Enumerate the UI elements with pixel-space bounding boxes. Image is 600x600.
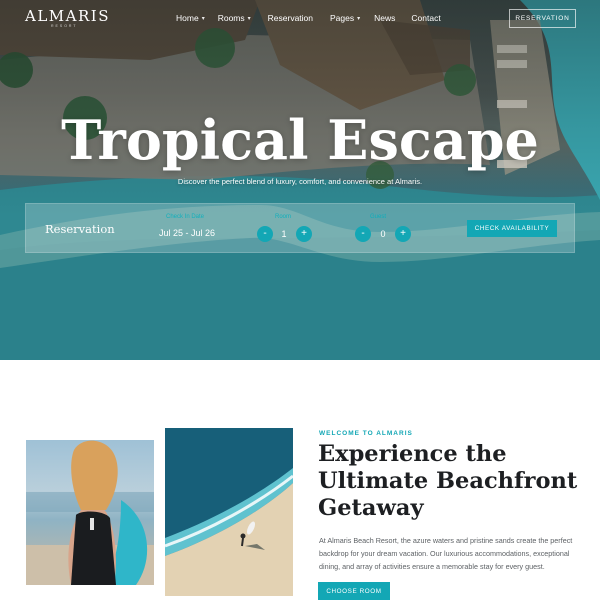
guest-label: Guest bbox=[370, 214, 387, 220]
top-navigation: ALMARIS RESORT Home ▾ Rooms ▾ Reservatio… bbox=[0, 0, 600, 36]
section-eyebrow: WELCOME TO ALMARIS bbox=[319, 430, 413, 437]
reservation-button[interactable]: RESERVATION bbox=[509, 9, 576, 28]
guest-count: 0 bbox=[380, 229, 386, 239]
hero-section: ALMARIS RESORT Home ▾ Rooms ▾ Reservatio… bbox=[0, 0, 600, 360]
nav-item-pages[interactable]: Pages ▾ bbox=[330, 13, 360, 23]
nav-item-news[interactable]: News bbox=[374, 13, 395, 23]
guest-decrement-button[interactable]: - bbox=[355, 226, 371, 242]
hero-title: Tropical Escape bbox=[61, 108, 539, 172]
room-count: 1 bbox=[281, 229, 287, 239]
section-body: At Almaris Beach Resort, the azure water… bbox=[319, 536, 573, 571]
choose-room-button[interactable]: CHOOSE ROOM bbox=[318, 582, 390, 600]
section-heading: Experience the Ultimate Beachfront Getaw… bbox=[318, 441, 578, 521]
surfer-photo bbox=[26, 440, 154, 585]
guest-increment-button[interactable]: + bbox=[395, 226, 411, 242]
date-range-picker[interactable]: Jul 25 - Jul 26 bbox=[159, 228, 215, 238]
aerial-beach-photo bbox=[165, 428, 293, 596]
nav-item-label: Contact bbox=[411, 13, 441, 23]
room-label: Room bbox=[275, 214, 292, 220]
room-increment-button[interactable]: + bbox=[296, 226, 312, 242]
surfer-image bbox=[26, 440, 154, 585]
nav-item-rooms[interactable]: Rooms ▾ bbox=[218, 13, 251, 23]
reservation-form: Reservation Check In Date Jul 25 - Jul 2… bbox=[25, 203, 575, 253]
chevron-down-icon: ▾ bbox=[247, 15, 251, 22]
main-menu: Home ▾ Rooms ▾ Reservation Pages ▾ News … bbox=[176, 13, 441, 23]
chevron-down-icon: ▾ bbox=[357, 15, 361, 22]
logo[interactable]: ALMARIS bbox=[25, 7, 110, 25]
hero-subtitle: Discover the perfect blend of luxury, co… bbox=[177, 177, 423, 186]
chevron-down-icon: ▾ bbox=[201, 15, 205, 22]
reservation-form-title: Reservation bbox=[45, 222, 115, 236]
room-decrement-button[interactable]: - bbox=[257, 226, 273, 242]
check-in-label: Check In Date bbox=[166, 214, 205, 220]
nav-item-label: Rooms bbox=[217, 13, 245, 23]
nav-item-contact[interactable]: Contact bbox=[411, 13, 440, 23]
logo-subtitle: RESORT bbox=[51, 24, 78, 28]
nav-item-label: Home bbox=[176, 13, 199, 23]
nav-item-label: News bbox=[374, 13, 396, 23]
check-availability-button[interactable]: CHECK AVAILABILITY bbox=[467, 220, 557, 237]
aerial-beach-image bbox=[165, 428, 293, 596]
nav-item-label: Reservation bbox=[267, 13, 314, 23]
nav-item-home[interactable]: Home ▾ bbox=[176, 13, 205, 23]
nav-item-label: Pages bbox=[330, 13, 355, 23]
nav-item-reservation[interactable]: Reservation bbox=[268, 13, 313, 23]
